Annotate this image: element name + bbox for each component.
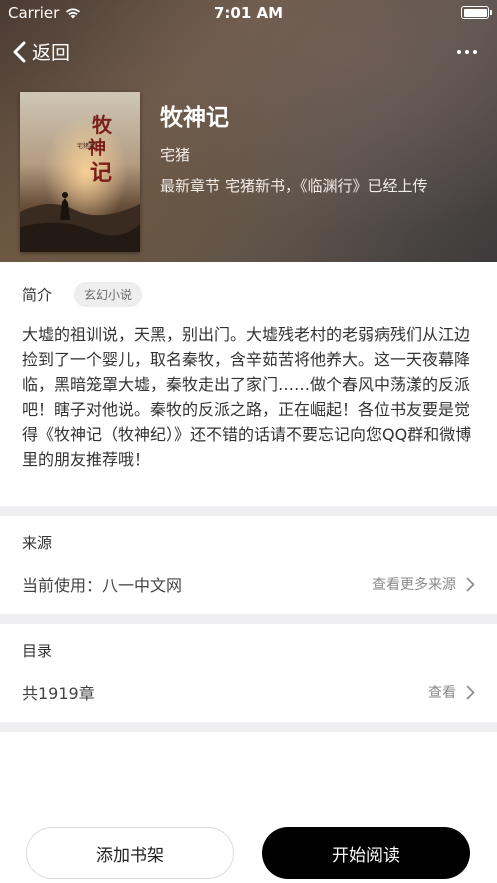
section-divider: [0, 506, 497, 516]
bottom-action-bar: 添加书架 开始阅读: [0, 824, 497, 883]
chevron-right-icon: [466, 685, 475, 699]
genre-tag[interactable]: 玄幻小说: [74, 282, 143, 307]
catalog-row[interactable]: 共1919章 查看: [22, 680, 475, 704]
back-button[interactable]: 返回: [12, 38, 70, 65]
section-divider: [0, 614, 497, 624]
cover-author: 宅猪著: [77, 142, 95, 150]
latest-chapter-title: 宅猪新书，《临渊行》已经上传: [225, 177, 428, 195]
intro-header: 简介 玄幻小说: [22, 282, 143, 307]
add-to-shelf-button[interactable]: 添加书架: [26, 827, 234, 879]
intro-label: 简介: [22, 286, 53, 304]
more-sources-link[interactable]: 查看更多来源: [372, 574, 475, 594]
latest-chapter-label: 最新章节: [160, 177, 221, 195]
view-catalog-label: 查看: [428, 685, 456, 701]
book-author[interactable]: 宅猪: [160, 144, 190, 165]
navigation-bar: 返回: [0, 30, 497, 74]
intro-text: 大墟的祖训说，天黑，别出门。大墟残老村的老弱病残们从江边捡到了一个婴儿，取名秦牧…: [22, 325, 472, 469]
chapter-count: 共1919章: [22, 684, 95, 703]
current-source: 当前使用：八一中文网: [22, 576, 183, 595]
cover-title-char-3: 记: [90, 160, 112, 186]
latest-chapter[interactable]: 最新章节 宅猪新书，《临渊行》已经上传: [160, 175, 428, 196]
more-sources-label: 查看更多来源: [372, 577, 456, 593]
cover-title-char-1: 牧: [92, 113, 113, 137]
book-header: Carrier 7:01 AM 返回 牧 神 记 宅猪著 牧神记 宅猪 最新章节…: [0, 0, 497, 262]
section-divider: [0, 722, 497, 732]
source-title: 来源: [22, 534, 53, 552]
chevron-left-icon: [13, 41, 26, 62]
clock: 7:01 AM: [213, 4, 284, 22]
start-reading-button[interactable]: 开始阅读: [262, 827, 470, 879]
intro-section: 简介 玄幻小说 大墟的祖训说，天黑，别出门。大墟残老村的老弱病残们从江边捡到了一…: [0, 262, 497, 506]
book-cover-art: 牧 神 记 宅猪著: [20, 92, 140, 252]
status-bar: Carrier 7:01 AM: [0, 0, 497, 26]
source-section: 来源 当前使用：八一中文网 查看更多来源: [0, 516, 497, 614]
book-title: 牧神记: [160, 105, 229, 131]
battery-icon: [461, 6, 492, 19]
view-catalog-link[interactable]: 查看: [428, 682, 475, 702]
book-cover: 牧 神 记 宅猪著: [20, 92, 140, 252]
source-row[interactable]: 当前使用：八一中文网 查看更多来源: [22, 572, 475, 596]
catalog-section: 目录 共1919章 查看: [0, 624, 497, 722]
more-icon: [457, 50, 461, 54]
catalog-title: 目录: [22, 642, 53, 660]
more-options-button[interactable]: [457, 42, 479, 62]
back-label: 返回: [32, 42, 71, 64]
chevron-right-icon: [466, 577, 475, 591]
